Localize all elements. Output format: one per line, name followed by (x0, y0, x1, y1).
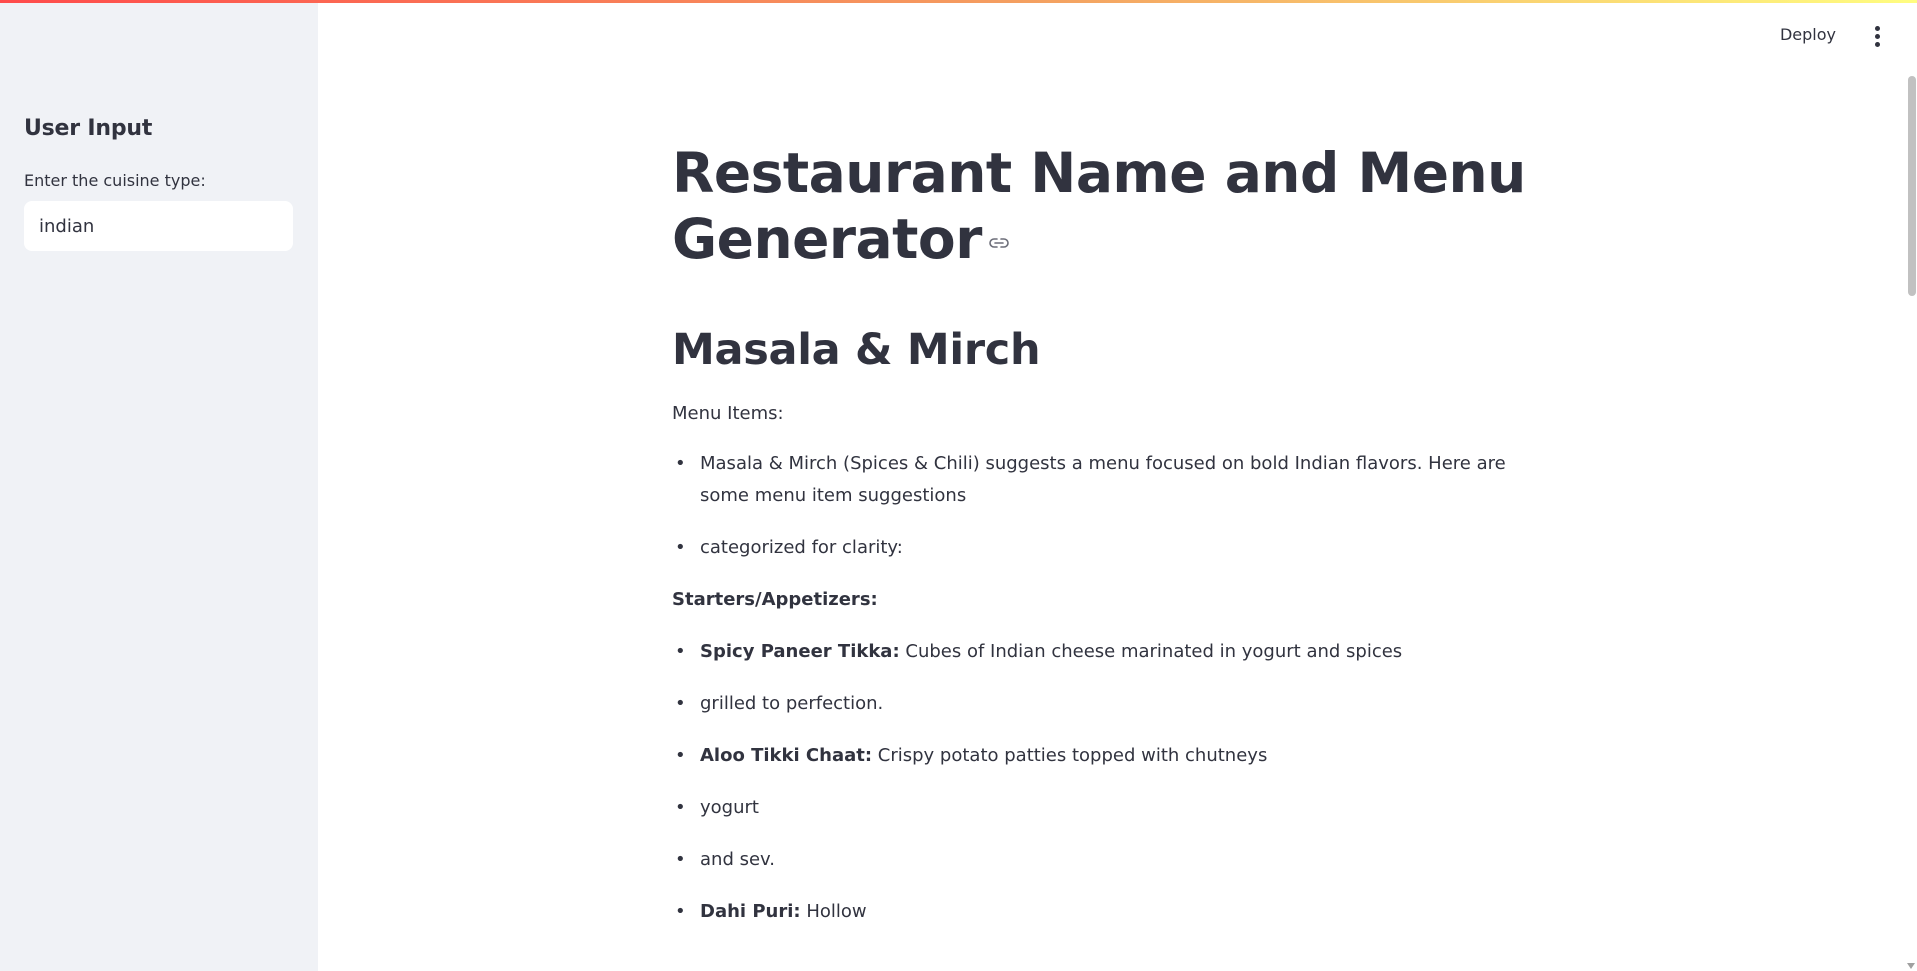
link-icon[interactable] (988, 236, 1010, 250)
list-item: Aloo Tikki Chaat: Crispy potato patties … (672, 740, 1552, 772)
list-item: yogurt (672, 792, 1552, 824)
list-item: Dahi Puri: Hollow (672, 896, 1552, 928)
page-title-text: Restaurant Name and Menu Generator (672, 141, 1526, 271)
vertical-ellipsis-icon[interactable] (1870, 26, 1884, 48)
app-header: Deploy (318, 0, 1917, 60)
list-item: and sev. (672, 844, 1552, 876)
intro-list: Masala & Mirch (Spices & Chili) suggests… (672, 448, 1552, 564)
sidebar-heading: User Input (24, 116, 153, 141)
sidebar: User Input Enter the cuisine type: (0, 0, 318, 971)
menu-item-name: Aloo Tikki Chaat: (700, 745, 873, 766)
scrollbar-thumb[interactable] (1908, 76, 1916, 296)
list-item: Masala & Mirch (Spices & Chili) suggests… (672, 448, 1552, 512)
menu-item-description: Cubes of Indian cheese marinated in yogu… (899, 641, 1403, 662)
menu-item-description: and sev. (700, 849, 776, 870)
menu-item-description: yogurt (700, 797, 759, 818)
top-decoration-bar (0, 0, 1917, 3)
section-heading-starters: Starters/Appetizers: (672, 589, 878, 610)
menu-item-description: Hollow (800, 901, 867, 922)
scroll-down-arrow-icon[interactable] (1907, 963, 1915, 969)
main-content: Restaurant Name and Menu Generator Masal… (672, 140, 1552, 928)
deploy-button[interactable]: Deploy (1780, 25, 1836, 44)
cuisine-input[interactable] (24, 201, 293, 251)
menu-item-description: Crispy potato patties topped with chutne… (872, 745, 1268, 766)
list-item: categorized for clarity: (672, 532, 1552, 564)
menu-item-name: Dahi Puri: (700, 901, 801, 922)
cuisine-input-label: Enter the cuisine type: (24, 171, 206, 190)
restaurant-name: Masala & Mirch (672, 325, 1041, 375)
menu-item-description: grilled to perfection. (700, 693, 884, 714)
page-title: Restaurant Name and Menu Generator (672, 140, 1552, 272)
menu-items-label: Menu Items: (672, 403, 784, 424)
menu-item-name: Spicy Paneer Tikka: (700, 641, 900, 662)
list-item: grilled to perfection. (672, 688, 1552, 720)
list-item: Spicy Paneer Tikka: Cubes of Indian chee… (672, 636, 1552, 668)
starters-list: Spicy Paneer Tikka: Cubes of Indian chee… (672, 636, 1552, 928)
